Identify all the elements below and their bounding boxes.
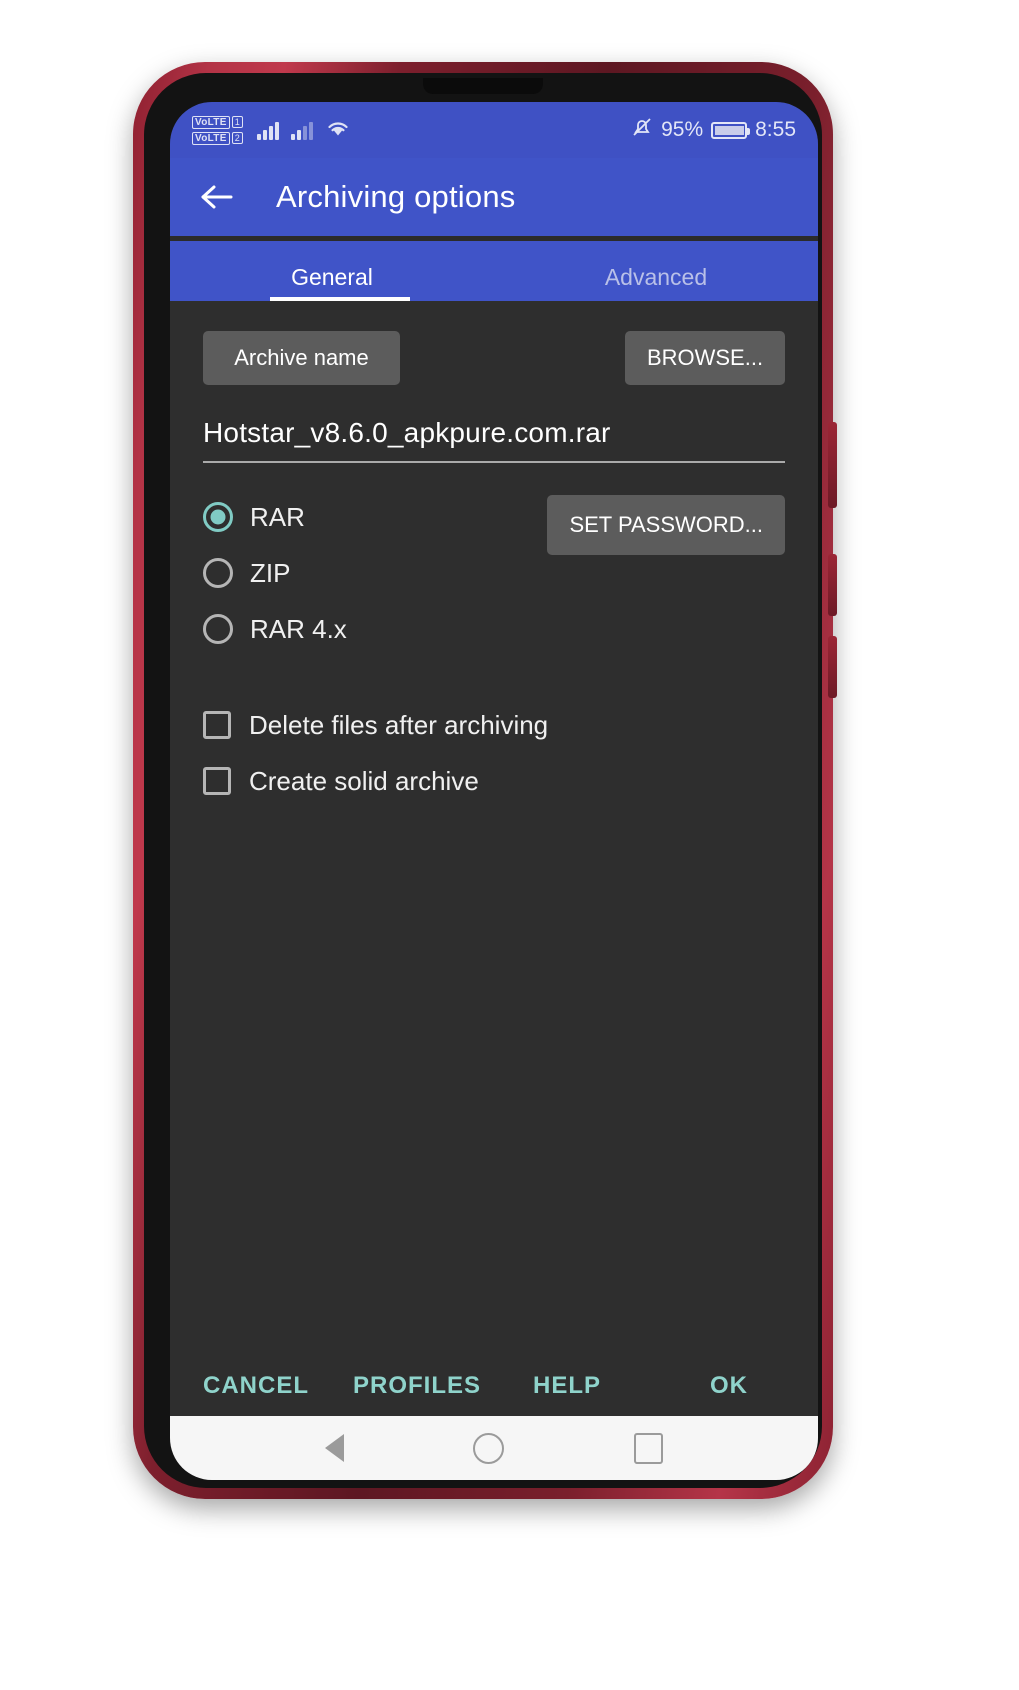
phone-device: VoLTE 1 VoLTE 2 95% 8:55 Archiving optio… (133, 62, 837, 1499)
volume-up-button[interactable] (828, 554, 837, 616)
volte-label: VoLTE (192, 131, 230, 145)
radio-option-rar4x[interactable]: RAR 4.x (203, 601, 785, 657)
bell-muted-icon (631, 115, 653, 145)
archive-name-row: Archive name BROWSE... (203, 301, 785, 385)
phone-screen: VoLTE 1 VoLTE 2 95% 8:55 Archiving optio… (170, 102, 818, 1480)
checkbox-icon[interactable] (203, 767, 231, 795)
help-button[interactable]: HELP (533, 1372, 601, 1400)
set-password-button[interactable]: SET PASSWORD... (547, 495, 785, 555)
ok-button[interactable]: OK (710, 1372, 748, 1400)
wifi-icon (325, 118, 351, 143)
phone-bezel: VoLTE 1 VoLTE 2 95% 8:55 Archiving optio… (144, 73, 822, 1488)
volte-sim-number: 1 (231, 116, 243, 128)
circle-home-icon[interactable] (473, 1432, 505, 1464)
archive-name-value: Hotstar_v8.6.0_apkpure.com.rar (203, 417, 611, 448)
browse-button[interactable]: BROWSE... (625, 331, 785, 385)
main-content: Archive name BROWSE... Hotstar_v8.6.0_ap… (170, 301, 818, 1356)
archive-name-button[interactable]: Archive name (203, 331, 400, 385)
format-radio-group: SET PASSWORD... RAR ZIP RAR 4.x (203, 489, 785, 657)
volte-indicators: VoLTE 1 VoLTE 2 (192, 115, 243, 145)
radio-label: RAR (250, 501, 305, 532)
radio-icon[interactable] (203, 614, 233, 644)
volume-down-button[interactable] (828, 636, 837, 698)
status-bar: VoLTE 1 VoLTE 2 95% 8:55 (170, 102, 818, 158)
volte-label: VoLTE (192, 115, 230, 129)
radio-icon-checked[interactable] (203, 502, 233, 532)
volte-sim2: VoLTE 2 (192, 131, 243, 145)
radio-icon[interactable] (203, 558, 233, 588)
checkbox-solid-archive[interactable]: Create solid archive (203, 753, 785, 809)
battery-icon (711, 121, 751, 139)
triangle-back-icon[interactable] (324, 1434, 344, 1462)
radio-label: RAR 4.x (250, 613, 347, 644)
profiles-button[interactable]: PROFILES (353, 1372, 481, 1400)
tab-advanced[interactable]: Advanced (494, 241, 818, 301)
tab-bar: General Advanced (170, 241, 818, 301)
action-bar: CANCEL PROFILES HELP OK (170, 1356, 818, 1416)
checkbox-icon[interactable] (203, 711, 231, 739)
signal-bars-icon (256, 120, 279, 140)
cancel-button[interactable]: CANCEL (203, 1372, 309, 1400)
android-navigation-bar (170, 1416, 818, 1480)
tab-general[interactable]: General (170, 241, 494, 301)
app-bar: Archiving options (170, 158, 818, 236)
archive-name-input[interactable]: Hotstar_v8.6.0_apkpure.com.rar (203, 417, 785, 463)
page-title: Archiving options (276, 179, 516, 214)
clock-label: 8:55 (755, 118, 796, 141)
volte-sim1: VoLTE 1 (192, 115, 243, 129)
battery-percent-label: 95% (661, 118, 704, 141)
arrow-left-icon[interactable] (194, 174, 240, 220)
radio-label: ZIP (250, 557, 291, 588)
checkbox-group: Delete files after archiving Create soli… (203, 697, 785, 809)
signal-bars-icon-sim2 (290, 120, 313, 140)
power-button[interactable] (828, 422, 837, 508)
earpiece-speaker (423, 78, 543, 94)
checkbox-label: Delete files after archiving (249, 709, 549, 740)
status-bar-right: 95% 8:55 (631, 115, 796, 145)
square-recents-icon[interactable] (634, 1432, 664, 1464)
checkbox-label: Create solid archive (249, 765, 479, 796)
checkbox-delete-files[interactable]: Delete files after archiving (203, 697, 785, 753)
volte-sim-number: 2 (231, 132, 243, 144)
